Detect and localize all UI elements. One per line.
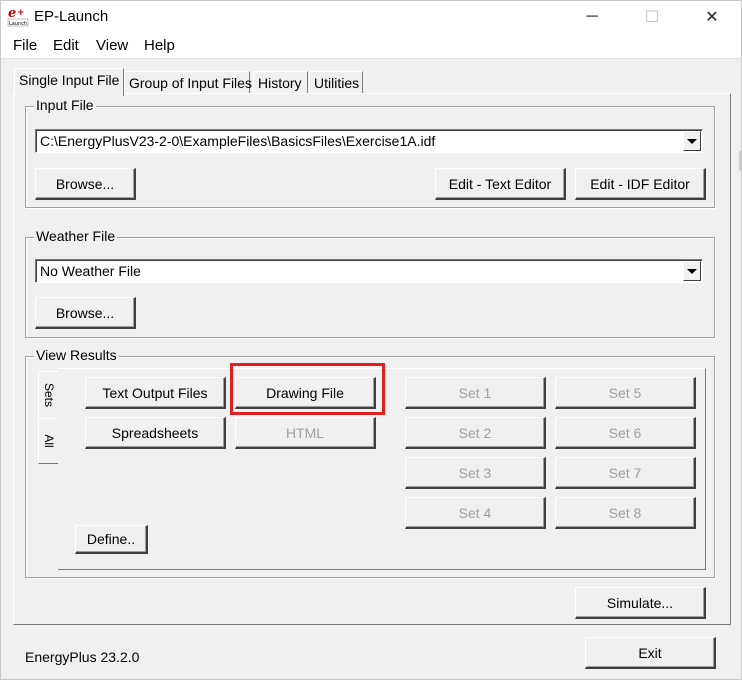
- close-icon: ✕: [705, 9, 719, 26]
- ep-launch-window: e + Launch EP-Launch ─ ☐ ✕ File Edit Vie…: [0, 0, 742, 680]
- close-button[interactable]: ✕: [689, 1, 735, 33]
- side-tab-all[interactable]: All: [38, 418, 58, 464]
- weather-file-dropdown-button[interactable]: [683, 261, 701, 281]
- side-tab-sets[interactable]: Sets: [38, 371, 58, 419]
- ep-launch-icon: e + Launch: [7, 6, 29, 27]
- tab-group-of-input-files[interactable]: Group of Input Files: [124, 71, 252, 95]
- drawing-file-button[interactable]: Drawing File: [235, 377, 376, 409]
- input-file-combo[interactable]: C:\EnergyPlusV23-2-0\ExampleFiles\Basics…: [35, 129, 703, 153]
- window-title: EP-Launch: [34, 8, 109, 25]
- edit-idf-editor-button[interactable]: Edit - IDF Editor: [575, 168, 706, 200]
- weather-file-label: Weather File: [34, 228, 118, 244]
- set-3-button[interactable]: Set 3: [405, 457, 546, 489]
- maximize-button[interactable]: ☐: [629, 1, 675, 33]
- input-file-dropdown-button[interactable]: [683, 131, 701, 151]
- svg-text:+: +: [17, 8, 25, 18]
- set-7-button[interactable]: Set 7: [555, 457, 696, 489]
- input-file-value: C:\EnergyPlusV23-2-0\ExampleFiles\Basics…: [40, 133, 436, 149]
- menu-help[interactable]: Help: [144, 37, 175, 54]
- side-tab-all-label: All: [41, 434, 56, 448]
- version-label: EnergyPlus 23.2.0: [25, 649, 140, 665]
- chevron-down-icon: [687, 268, 697, 274]
- view-results-label: View Results: [34, 347, 119, 363]
- weather-file-combo[interactable]: No Weather File: [35, 259, 703, 283]
- maximize-icon: ☐: [644, 9, 660, 26]
- menu-bar: File Edit View Help: [1, 33, 741, 59]
- set-2-button[interactable]: Set 2: [405, 417, 546, 449]
- menu-view[interactable]: View: [96, 37, 128, 54]
- set-8-button[interactable]: Set 8: [555, 497, 696, 529]
- simulate-button[interactable]: Simulate...: [575, 587, 706, 619]
- side-tab-sets-label: Sets: [41, 382, 56, 408]
- html-button[interactable]: HTML: [235, 417, 376, 449]
- set-4-button[interactable]: Set 4: [405, 497, 546, 529]
- tab-single-input-file[interactable]: Single Input File: [14, 68, 124, 96]
- input-browse-button[interactable]: Browse...: [35, 168, 136, 200]
- edit-text-editor-button[interactable]: Edit - Text Editor: [435, 168, 566, 200]
- weather-browse-button[interactable]: Browse...: [35, 297, 136, 329]
- input-file-label: Input File: [34, 97, 96, 113]
- menu-file[interactable]: File: [13, 37, 37, 54]
- weather-file-value: No Weather File: [40, 263, 141, 279]
- exit-button[interactable]: Exit: [585, 637, 716, 669]
- tab-history[interactable]: History: [253, 71, 308, 95]
- set-6-button[interactable]: Set 6: [555, 417, 696, 449]
- title-bar: e + Launch EP-Launch ─ ☐ ✕: [1, 1, 741, 33]
- spreadsheets-button[interactable]: Spreadsheets: [85, 417, 226, 449]
- text-output-files-button[interactable]: Text Output Files: [85, 377, 226, 409]
- minimize-icon: ─: [586, 8, 598, 25]
- define-button[interactable]: Define..: [75, 525, 148, 554]
- set-5-button[interactable]: Set 5: [555, 377, 696, 409]
- window-edge-mark: [739, 151, 741, 171]
- tab-utilities[interactable]: Utilities: [309, 71, 363, 95]
- set-1-button[interactable]: Set 1: [405, 377, 546, 409]
- svg-text:Launch: Launch: [9, 21, 27, 27]
- chevron-down-icon: [687, 138, 697, 144]
- menu-edit[interactable]: Edit: [53, 37, 79, 54]
- minimize-button[interactable]: ─: [569, 1, 615, 33]
